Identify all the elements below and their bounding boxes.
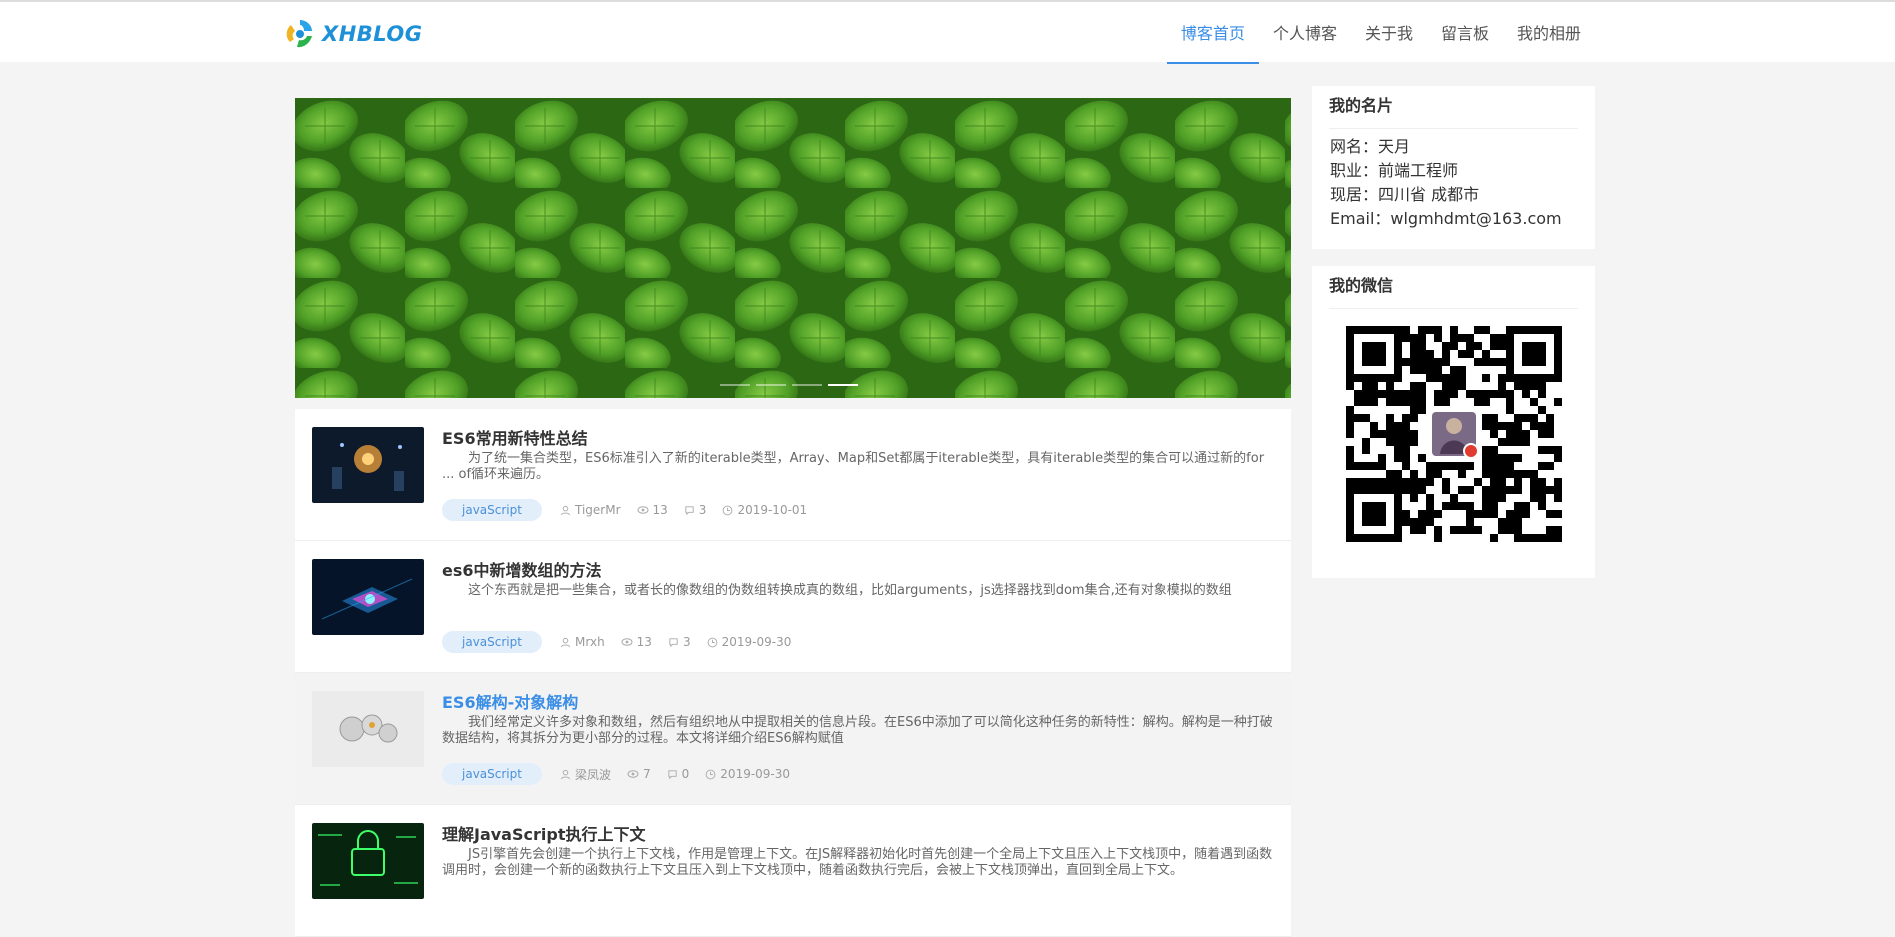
date-value: 2019-09-30 [721, 635, 792, 649]
publish-date: 2019-10-01 [722, 503, 807, 517]
article-meta: javaScript TigerMr 13 3 2019-10-01 [442, 499, 823, 521]
user-icon [560, 637, 571, 647]
main-nav: 博客首页 个人博客 关于我 留言板 我的相册 [1166, 4, 1595, 64]
profile-card-title: 我的名片 [1329, 86, 1578, 129]
article-item[interactable]: ES6常用新特性总结 为了统一集合类型，ES6标准引入了新的iterable类型… [295, 409, 1291, 541]
profile-nickname: 网名：天月 [1330, 137, 1411, 156]
views-value: 13 [652, 503, 668, 517]
banner-carousel[interactable] [295, 98, 1291, 398]
article-thumbnail[interactable] [312, 823, 424, 899]
view-count: 7 [627, 767, 651, 781]
wechat-card: 我的微信 [1312, 266, 1595, 578]
author: TigerMr [560, 503, 621, 517]
views-value: 13 [636, 635, 652, 649]
logo-text: XHBLOG [322, 22, 423, 46]
article-meta: javaScript 梁凤波 7 0 2019-09-30 [442, 763, 806, 785]
comments-value: 0 [681, 767, 690, 781]
article-title[interactable]: ES6常用新特性总结 [442, 425, 588, 449]
carousel-dot-active[interactable] [828, 384, 858, 386]
author-name: TigerMr [575, 503, 621, 517]
clock-icon [705, 769, 716, 779]
article-summary: 我们经常定义许多对象和数组，然后有组织地从中提取相关的信息片段。在ES6中添加了… [442, 715, 1273, 746]
profile-location: 现居：四川省 成都市 [1330, 185, 1480, 204]
views-value: 7 [643, 767, 651, 781]
comment-count: 3 [668, 635, 691, 649]
article-thumbnail[interactable] [312, 427, 424, 503]
article-title[interactable]: ES6解构-对象解构 [442, 689, 578, 713]
publish-date: 2019-09-30 [705, 767, 790, 781]
article-meta: javaScript Mrxh 13 3 2019-09-30 [442, 631, 807, 653]
author: 梁凤波 [560, 766, 611, 783]
site-logo[interactable]: XHBLOG [282, 16, 423, 52]
nav-guestbook[interactable]: 留言板 [1427, 4, 1503, 64]
eye-icon [621, 638, 633, 646]
eye-icon [637, 506, 649, 514]
carousel-dot[interactable] [756, 384, 786, 386]
article-thumbnail[interactable] [312, 559, 424, 635]
article-summary: JS引擎首先会创建一个执行上下文栈，作用是管理上下文。在JS解释器初始化时首先创… [442, 847, 1273, 878]
article-item[interactable]: 理解JavaScript执行上下文 JS引擎首先会创建一个执行上下文栈，作用是管… [295, 805, 1291, 937]
article-list: ES6常用新特性总结 为了统一集合类型，ES6标准引入了新的iterable类型… [295, 409, 1291, 937]
category-tag[interactable]: javaScript [442, 631, 542, 653]
wechat-qr-code [1346, 326, 1562, 542]
site-header: XHBLOG 博客首页 个人博客 关于我 留言板 我的相册 [0, 2, 1895, 64]
publish-date: 2019-09-30 [707, 635, 792, 649]
view-count: 13 [637, 503, 668, 517]
clock-icon [723, 505, 733, 515]
profile-card: 我的名片 网名：天月 职业：前端工程师 现居：四川省 成都市 Email：wlg… [1312, 86, 1595, 249]
date-value: 2019-10-01 [737, 503, 808, 517]
article-title[interactable]: 理解JavaScript执行上下文 [442, 821, 645, 845]
article-summary: 为了统一集合类型，ES6标准引入了新的iterable类型，Array、Map和… [442, 451, 1265, 482]
user-icon [560, 769, 571, 779]
profile-job: 职业：前端工程师 [1330, 161, 1459, 180]
category-tag[interactable]: javaScript [442, 499, 542, 521]
comment-icon [668, 769, 677, 779]
clock-icon [707, 637, 717, 647]
banner-image [295, 98, 1291, 398]
nav-album[interactable]: 我的相册 [1503, 4, 1595, 64]
article-item[interactable]: es6中新增数组的方法 这个东西就是把一些集合，或者长的像数组的伪数组转换成真的… [295, 541, 1291, 673]
author: Mrxh [560, 635, 605, 649]
author-name: 梁凤波 [575, 767, 612, 782]
date-value: 2019-09-30 [720, 767, 791, 781]
nav-personal-blog[interactable]: 个人博客 [1259, 4, 1351, 64]
author-name: Mrxh [575, 635, 605, 649]
article-summary: 这个东西就是把一些集合，或者长的像数组的伪数组转换成真的数组，比如argumen… [468, 583, 1232, 598]
eye-icon [627, 770, 639, 778]
carousel-indicators [720, 384, 858, 386]
carousel-dot[interactable] [792, 384, 822, 386]
carousel-dot[interactable] [720, 384, 750, 386]
comments-value: 3 [698, 503, 707, 517]
view-count: 13 [621, 635, 652, 649]
comment-icon [685, 505, 694, 515]
logo-icon [286, 20, 312, 48]
comment-count: 3 [684, 503, 707, 517]
comment-icon [669, 637, 678, 647]
user-icon [560, 505, 571, 515]
nav-about[interactable]: 关于我 [1351, 4, 1427, 64]
comments-value: 3 [682, 635, 691, 649]
profile-email: Email：wlgmhdmt@163.com [1330, 209, 1562, 228]
comment-count: 0 [667, 767, 690, 781]
article-item[interactable]: ES6解构-对象解构 我们经常定义许多对象和数组，然后有组织地从中提取相关的信息… [295, 673, 1291, 805]
category-tag[interactable]: javaScript [442, 763, 542, 785]
article-title[interactable]: es6中新增数组的方法 [442, 557, 602, 581]
nav-home[interactable]: 博客首页 [1166, 4, 1259, 64]
wechat-card-title: 我的微信 [1329, 266, 1578, 309]
article-thumbnail[interactable] [312, 691, 424, 767]
